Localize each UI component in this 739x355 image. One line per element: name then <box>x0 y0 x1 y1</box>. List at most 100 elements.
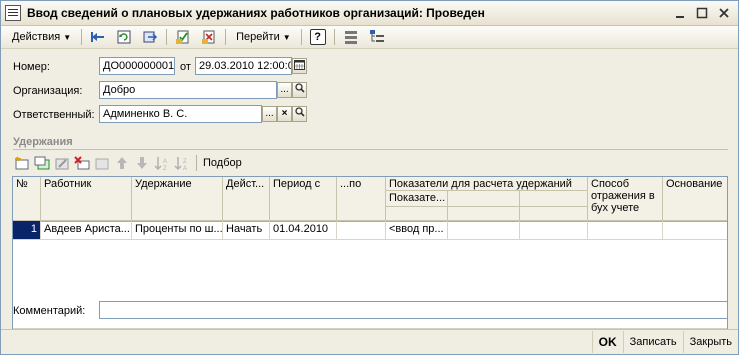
row-basis-cell[interactable] <box>663 221 727 239</box>
chevron-down-icon: ▼ <box>63 32 72 42</box>
col-header-indicator-value-2[interactable] <box>520 191 588 207</box>
toolbar-separator <box>225 29 227 45</box>
col-header-action[interactable]: Дейст... <box>223 177 270 221</box>
pick-button[interactable]: Подбор <box>200 157 245 169</box>
maximize-icon[interactable] <box>692 4 712 22</box>
unpost-document-icon <box>202 30 215 44</box>
sort-ascending-icon: AZ <box>154 157 167 172</box>
footer-bar: OK Записать Закрыть <box>1 329 738 354</box>
structure-button[interactable] <box>338 27 364 47</box>
command-bar: Действия ▼ Перейти ▼ ? <box>1 26 738 49</box>
row-period-to-cell[interactable] <box>337 221 386 239</box>
row-employee-cell[interactable]: Авдеев Ариста... <box>41 221 132 239</box>
title-bar: Ввод сведений о плановых удержаниях рабо… <box>1 1 738 26</box>
help-icon: ? <box>309 29 326 45</box>
row-num-cell[interactable]: 1 <box>13 221 41 239</box>
goto-menu-label: Перейти <box>236 31 280 43</box>
minimize-icon[interactable] <box>670 4 690 22</box>
copy-row-button[interactable] <box>33 155 51 171</box>
number-field[interactable]: ДО000000001 <box>99 57 175 75</box>
actions-menu-button[interactable]: Действия ▼ <box>5 27 78 47</box>
row-indicator-cell[interactable]: <ввод пр... <box>386 221 448 239</box>
close-button[interactable]: Закрыть <box>682 331 738 353</box>
toolbar-separator <box>81 29 83 45</box>
col-header-deduction[interactable]: Удержание <box>132 177 223 221</box>
add-row-button[interactable] <box>13 155 31 171</box>
ok-button[interactable]: OK <box>591 331 623 353</box>
help-button[interactable]: ? <box>305 27 331 47</box>
col-header-indicator-value-1[interactable] <box>448 191 520 207</box>
table-toolbar: AZ ZA Подбор <box>13 154 245 172</box>
svg-text:A: A <box>163 159 167 165</box>
sort-ascending-button[interactable]: AZ <box>153 155 171 172</box>
organization-open-button[interactable] <box>292 82 307 98</box>
exchange-button[interactable] <box>137 27 163 47</box>
col-header-indicator-blank <box>520 207 588 221</box>
end-edit-button[interactable] <box>93 155 111 171</box>
calendar-icon <box>294 60 305 70</box>
organization-select-button[interactable]: ... <box>277 82 292 98</box>
row-indicator-value-cell[interactable] <box>448 221 520 239</box>
refresh-button[interactable] <box>111 27 137 47</box>
list-icon <box>344 31 357 44</box>
arrow-down-icon <box>137 157 147 169</box>
date-prefix-label: от <box>180 61 191 73</box>
unpost-document-button[interactable] <box>196 27 222 47</box>
move-down-button[interactable] <box>133 155 151 171</box>
col-header-indicator-blank <box>386 207 448 221</box>
sort-descending-icon: ZA <box>174 157 187 172</box>
col-header-period-to[interactable]: ...по <box>337 177 386 221</box>
edit-row-icon <box>55 158 69 170</box>
col-header-basis[interactable]: Основание <box>663 177 727 221</box>
goto-menu-button[interactable]: Перейти ▼ <box>229 27 298 47</box>
col-header-indicator-blank <box>448 207 520 221</box>
post-document-button[interactable] <box>170 27 196 47</box>
responsible-select-button[interactable]: ... <box>262 106 277 122</box>
window-title: Ввод сведений о плановых удержаниях рабо… <box>27 6 485 20</box>
organization-label: Организация: <box>13 85 83 97</box>
row-indicator-value-cell[interactable] <box>520 221 588 239</box>
number-label: Номер: <box>13 61 50 73</box>
comment-field[interactable] <box>99 301 728 319</box>
col-header-num[interactable]: № <box>13 177 41 221</box>
col-header-indicators-group[interactable]: Показатели для расчета удержаний <box>386 177 588 191</box>
exchange-icon <box>143 31 158 43</box>
subordination-button[interactable] <box>364 27 390 47</box>
row-reflection-cell[interactable] <box>588 221 663 239</box>
copy-row-icon <box>34 156 50 170</box>
delete-row-button[interactable] <box>73 155 91 171</box>
responsible-field[interactable]: Админенко В. С. <box>99 105 262 123</box>
end-edit-icon <box>95 158 109 170</box>
responsible-clear-button[interactable]: × <box>277 106 292 122</box>
toolbar-separator <box>196 155 197 171</box>
row-period-from-cell[interactable]: 01.04.2010 <box>270 221 337 239</box>
toolbar-separator <box>166 29 168 45</box>
save-button[interactable]: Записать <box>622 331 683 353</box>
calendar-button[interactable] <box>292 58 307 74</box>
row-deduction-cell[interactable]: Проценты по ш... <box>132 221 223 239</box>
organization-field[interactable]: Добро <box>99 81 277 99</box>
responsible-open-button[interactable] <box>292 106 307 122</box>
refresh-icon <box>117 30 131 44</box>
section-divider <box>13 149 728 150</box>
col-header-indicator[interactable]: Показате... <box>386 191 448 207</box>
add-row-icon <box>15 156 29 170</box>
move-up-button[interactable] <box>113 155 131 171</box>
delete-row-icon <box>74 156 90 170</box>
deductions-section-title: Удержания <box>13 136 73 148</box>
tree-structure-icon <box>369 30 384 42</box>
arrow-left-icon <box>91 32 105 42</box>
close-icon[interactable] <box>714 4 734 22</box>
search-icon <box>294 83 305 93</box>
col-header-period-from[interactable]: Период с <box>270 177 337 221</box>
table-row[interactable]: 1 Авдеев Ариста... Проценты по ш... Нача… <box>13 221 727 240</box>
edit-row-button[interactable] <box>53 155 71 171</box>
col-header-employee[interactable]: Работник <box>41 177 132 221</box>
move-left-button[interactable] <box>85 27 111 47</box>
row-action-cell[interactable]: Начать <box>223 221 270 239</box>
date-field[interactable]: 29.03.2010 12:00:0 <box>195 57 292 75</box>
sort-descending-button[interactable]: ZA <box>173 155 191 172</box>
col-header-reflection[interactable]: Способ отражения в бух учете <box>588 177 663 221</box>
toolbar-separator <box>333 29 335 45</box>
arrow-up-icon <box>117 157 127 169</box>
